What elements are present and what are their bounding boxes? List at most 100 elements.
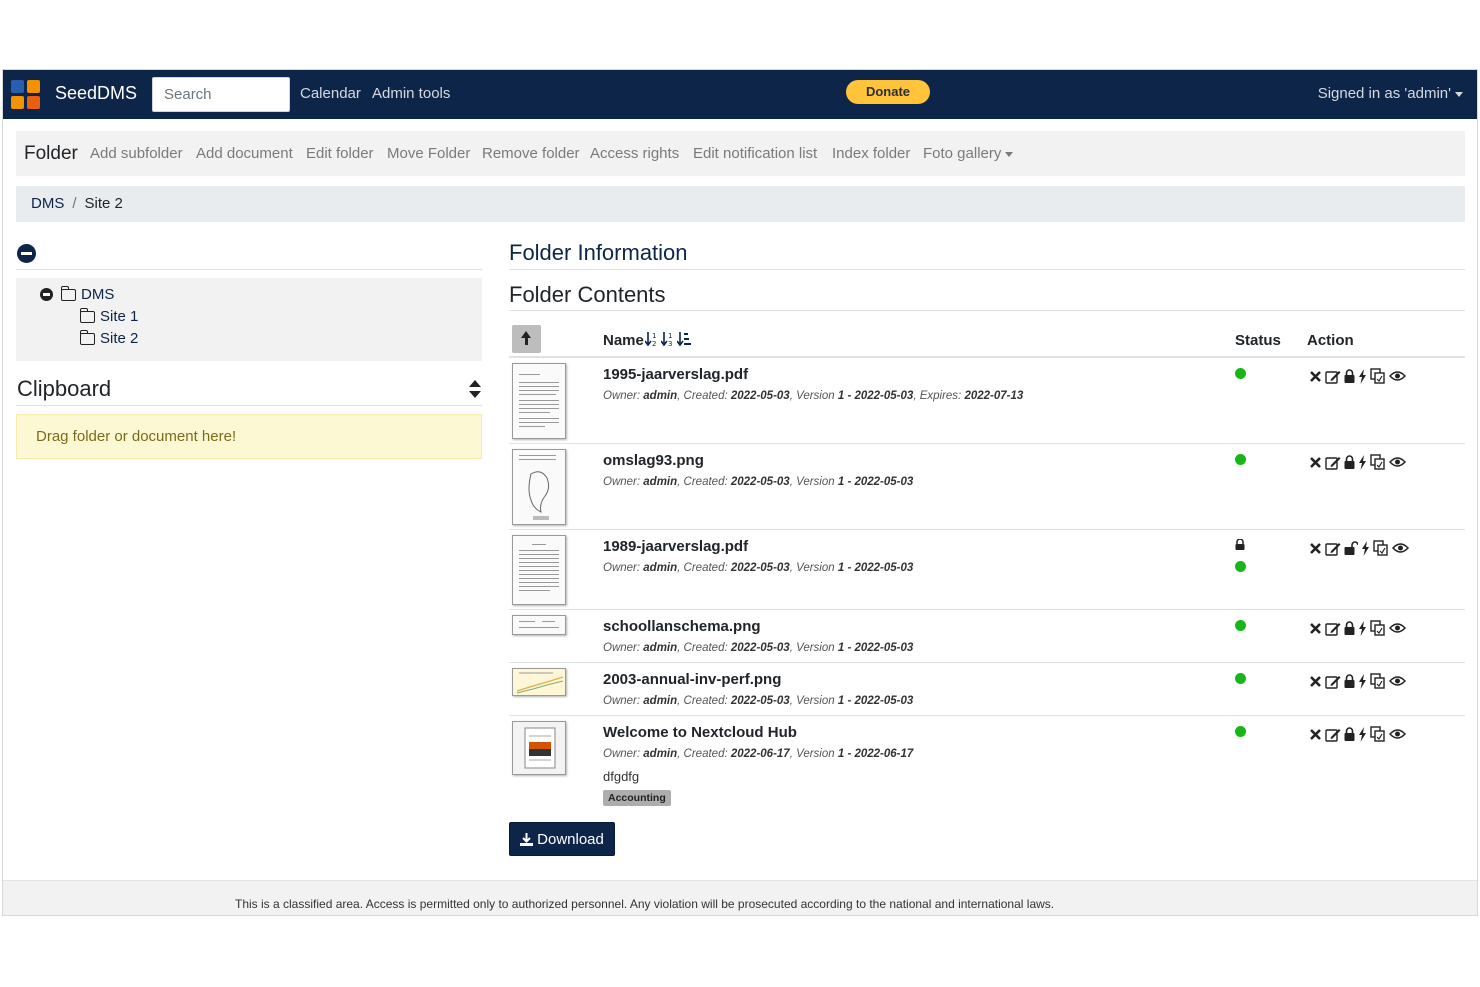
edit-icon[interactable] (1325, 541, 1341, 556)
copy-icon[interactable] (1370, 673, 1386, 689)
lock-icon[interactable] (1344, 727, 1355, 741)
seeddms-logo[interactable] (11, 80, 41, 110)
foto-gallery-dropdown[interactable]: Foto gallery (923, 145, 1014, 162)
copy-icon[interactable] (1373, 540, 1389, 556)
row-actions (1309, 540, 1409, 556)
document-name-link[interactable]: 1989-jaarverslag.pdf (603, 538, 748, 555)
status-released-icon (1235, 561, 1246, 572)
nav-admin-tools[interactable]: Admin tools (372, 85, 450, 102)
preview-icon[interactable] (1389, 728, 1406, 740)
preview-icon[interactable] (1389, 675, 1406, 687)
remove-icon[interactable] (1309, 728, 1322, 741)
workflow-icon[interactable] (1358, 620, 1367, 636)
edit-icon[interactable] (1325, 621, 1341, 636)
table-row[interactable]: 1995-jaarverslag.pdf Owner: admin, Creat… (509, 358, 1465, 444)
row-actions (1309, 673, 1406, 689)
lock-icon[interactable] (1344, 455, 1355, 469)
edit-icon[interactable] (1325, 727, 1341, 742)
document-name-link[interactable]: omslag93.png (603, 452, 704, 469)
svg-text:1: 1 (652, 332, 656, 340)
table-row[interactable]: 1989-jaarverslag.pdf Owner: admin, Creat… (509, 530, 1465, 610)
document-thumbnail[interactable] (512, 535, 566, 605)
document-name-link[interactable]: 2003-annual-inv-perf.png (603, 671, 781, 688)
clipboard-dropzone[interactable]: Drag folder or document here! (16, 414, 482, 459)
document-thumbnail[interactable] (512, 363, 566, 439)
document-thumbnail[interactable] (512, 721, 566, 775)
chevron-down-icon (1005, 151, 1014, 157)
unlock-icon[interactable] (1344, 541, 1358, 555)
document-thumbnail[interactable] (512, 449, 566, 525)
app-window: SeedDMS Calendar Admin tools Donate Sign… (2, 69, 1478, 916)
table-row[interactable]: omslag93.png Owner: admin, Created: 2022… (509, 444, 1465, 530)
access-rights-link[interactable]: Access rights (590, 145, 679, 162)
edit-icon[interactable] (1325, 455, 1341, 470)
status-released-icon (1235, 454, 1246, 465)
table-row[interactable]: Welcome to Nextcloud Hub Owner: admin, C… (509, 716, 1465, 812)
row-actions (1309, 368, 1406, 384)
workflow-icon[interactable] (1358, 368, 1367, 384)
folder-icon (79, 329, 95, 345)
document-name-link[interactable]: Welcome to Nextcloud Hub (603, 724, 797, 741)
table-row[interactable]: 2003-annual-inv-perf.png Owner: admin, C… (509, 663, 1465, 716)
folder-information-heading[interactable]: Folder Information (509, 240, 688, 266)
table-header: Name 12 13 Status Action (509, 320, 1465, 358)
status-released-icon (1235, 368, 1246, 379)
copy-icon[interactable] (1370, 726, 1386, 742)
tree-item-site-2[interactable]: Site 2 (79, 329, 138, 347)
collapse-tree-icon[interactable] (17, 244, 36, 263)
breadcrumb-root[interactable]: DMS (31, 195, 64, 212)
edit-folder-link[interactable]: Edit folder (306, 145, 374, 162)
download-button[interactable]: Download (509, 822, 615, 856)
add-subfolder-link[interactable]: Add subfolder (90, 145, 183, 162)
remove-icon[interactable] (1309, 456, 1322, 469)
parent-folder-button[interactable] (512, 325, 541, 353)
table-row[interactable]: schoollanschema.png Owner: admin, Create… (509, 610, 1465, 663)
remove-folder-link[interactable]: Remove folder (482, 145, 580, 162)
nav-calendar[interactable]: Calendar (300, 85, 361, 102)
workflow-icon[interactable] (1358, 673, 1367, 689)
remove-icon[interactable] (1309, 370, 1322, 383)
workflow-icon[interactable] (1358, 726, 1367, 742)
tree-item-site-1[interactable]: Site 1 (79, 307, 138, 325)
tree-label: DMS (81, 286, 115, 303)
document-thumbnail[interactable] (512, 615, 566, 635)
donate-button[interactable]: Donate (846, 80, 930, 104)
sort-amount-asc-icon[interactable] (677, 331, 691, 347)
copy-icon[interactable] (1370, 368, 1386, 384)
sort-numeric-asc-icon[interactable]: 13 (661, 331, 675, 347)
move-folder-link[interactable]: Move Folder (387, 145, 470, 162)
sort-alpha-asc-icon[interactable]: 12 (645, 331, 659, 347)
collapse-node-icon[interactable] (40, 288, 53, 301)
search-input[interactable] (152, 77, 290, 112)
footer-disclaimer: This is a classified area. Access is per… (235, 897, 1055, 911)
preview-icon[interactable] (1389, 370, 1406, 382)
edit-icon[interactable] (1325, 674, 1341, 689)
workflow-icon[interactable] (1361, 540, 1370, 556)
copy-icon[interactable] (1370, 620, 1386, 636)
user-menu[interactable]: Signed in as 'admin' (1318, 85, 1463, 102)
lock-icon[interactable] (1344, 621, 1355, 635)
copy-icon[interactable] (1370, 454, 1386, 470)
brand-name[interactable]: SeedDMS (55, 83, 137, 104)
index-folder-link[interactable]: Index folder (832, 145, 910, 162)
preview-icon[interactable] (1392, 542, 1409, 554)
workflow-icon[interactable] (1358, 454, 1367, 470)
remove-icon[interactable] (1309, 675, 1322, 688)
document-name-link[interactable]: schoollanschema.png (603, 618, 761, 635)
edit-notification-list-link[interactable]: Edit notification list (693, 145, 817, 162)
svg-text:3: 3 (668, 340, 672, 347)
sort-toggle-icon[interactable] (469, 380, 481, 398)
document-meta: Owner: admin, Created: 2022-05-03, Versi… (603, 695, 914, 707)
preview-icon[interactable] (1389, 456, 1406, 468)
add-document-link[interactable]: Add document (196, 145, 293, 162)
edit-icon[interactable] (1325, 369, 1341, 384)
lock-icon[interactable] (1344, 369, 1355, 383)
lock-icon[interactable] (1344, 674, 1355, 688)
remove-icon[interactable] (1309, 622, 1322, 635)
document-thumbnail[interactable] (512, 668, 566, 696)
document-comment: dfgdfg (603, 769, 640, 784)
document-name-link[interactable]: 1995-jaarverslag.pdf (603, 366, 748, 383)
tree-item-dms[interactable]: DMS (40, 285, 115, 303)
remove-icon[interactable] (1309, 542, 1322, 555)
preview-icon[interactable] (1389, 622, 1406, 634)
